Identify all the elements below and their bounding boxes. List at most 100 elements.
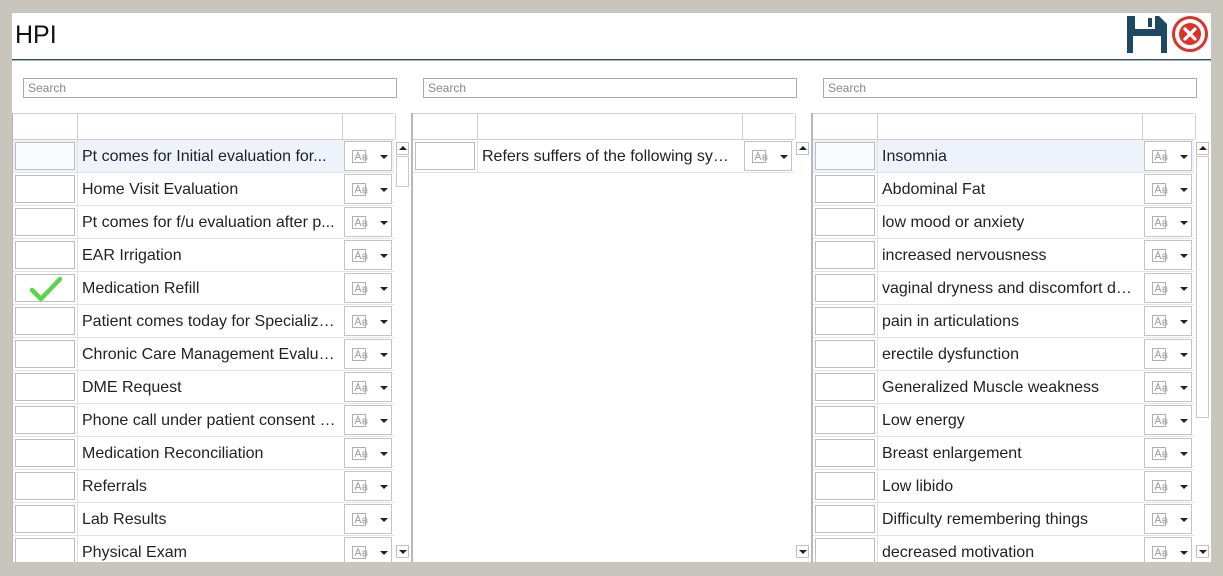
item-checkbox[interactable]	[415, 142, 475, 170]
item-checkbox[interactable]	[815, 373, 875, 401]
list-item[interactable]: Phone call under patient consent a...	[13, 404, 394, 437]
format-dropdown[interactable]	[344, 339, 392, 369]
item-checkbox[interactable]	[815, 274, 875, 302]
list-item[interactable]: Low energy	[813, 404, 1194, 437]
format-dropdown[interactable]	[1144, 405, 1192, 435]
format-dropdown[interactable]	[344, 372, 392, 402]
format-dropdown[interactable]	[1144, 438, 1192, 468]
format-dropdown[interactable]	[1144, 471, 1192, 501]
item-checkbox[interactable]	[815, 208, 875, 236]
search-input-right[interactable]	[823, 78, 1197, 98]
scroll-thumb[interactable]	[1196, 156, 1209, 418]
list-item[interactable]: Medication Refill	[13, 272, 394, 305]
item-checkbox[interactable]	[15, 505, 75, 533]
format-dropdown[interactable]	[344, 405, 392, 435]
format-dropdown[interactable]	[1144, 504, 1192, 534]
list-item[interactable]: Abdominal Fat	[813, 173, 1194, 206]
search-input-middle[interactable]	[423, 78, 797, 98]
item-checkbox[interactable]	[815, 406, 875, 434]
format-dropdown[interactable]	[1144, 339, 1192, 369]
item-checkbox[interactable]	[15, 472, 75, 500]
scroll-up-button[interactable]	[1196, 142, 1209, 155]
scroll-down-button[interactable]	[396, 545, 409, 558]
format-dropdown[interactable]	[1144, 174, 1192, 204]
item-checkbox[interactable]	[15, 208, 75, 236]
item-checkbox[interactable]	[15, 175, 75, 203]
format-dropdown[interactable]	[744, 141, 792, 171]
list-item[interactable]: Pt comes for f/u evaluation after p...	[13, 206, 394, 239]
list-item[interactable]: Insomnia	[813, 140, 1194, 173]
format-dropdown[interactable]	[1144, 273, 1192, 303]
format-dropdown[interactable]	[344, 438, 392, 468]
item-checkbox[interactable]	[815, 505, 875, 533]
item-checkbox[interactable]	[815, 472, 875, 500]
item-checkbox[interactable]	[815, 538, 875, 562]
format-dropdown[interactable]	[1144, 372, 1192, 402]
list-item[interactable]: Pt comes for Initial evaluation for...	[13, 140, 394, 173]
vertical-scrollbar[interactable]	[794, 113, 811, 562]
item-checkbox[interactable]	[15, 538, 75, 562]
save-button[interactable]	[1126, 14, 1168, 54]
item-checkbox[interactable]	[815, 439, 875, 467]
list-item[interactable]: low mood or anxiety	[813, 206, 1194, 239]
list-item[interactable]: increased nervousness	[813, 239, 1194, 272]
format-dropdown[interactable]	[344, 273, 392, 303]
format-dropdown[interactable]	[1144, 306, 1192, 336]
scroll-up-button[interactable]	[796, 142, 809, 155]
list-item[interactable]: Physical Exam	[13, 536, 394, 562]
scroll-down-button[interactable]	[1196, 545, 1209, 558]
format-dropdown[interactable]	[344, 471, 392, 501]
list-item[interactable]: Medication Reconciliation	[13, 437, 394, 470]
hpi-list-right: Insomnia Abdominal Fat low mood or anxiety…	[812, 113, 1211, 562]
item-checkbox[interactable]	[815, 142, 875, 170]
list-item[interactable]: Generalized Muscle weakness	[813, 371, 1194, 404]
item-checkbox[interactable]	[815, 307, 875, 335]
list-item[interactable]: Lab Results	[13, 503, 394, 536]
list-item[interactable]: Home Visit Evaluation	[13, 173, 394, 206]
item-checkbox[interactable]	[15, 373, 75, 401]
list-item[interactable]: Difficulty remembering things	[813, 503, 1194, 536]
vertical-scrollbar[interactable]	[1194, 113, 1211, 562]
item-checkbox[interactable]	[15, 439, 75, 467]
list-item[interactable]: Breast enlargement	[813, 437, 1194, 470]
search-input-left[interactable]	[23, 78, 397, 98]
item-checkbox[interactable]	[15, 274, 75, 302]
list-item[interactable]: erectile dysfunction	[813, 338, 1194, 371]
format-dropdown[interactable]	[344, 174, 392, 204]
format-dropdown[interactable]	[1144, 207, 1192, 237]
item-checkbox[interactable]	[15, 241, 75, 269]
list-item[interactable]: Refers suffers of the following sym...	[413, 140, 794, 173]
item-checkbox[interactable]	[15, 340, 75, 368]
format-dropdown[interactable]	[344, 504, 392, 534]
format-dropdown[interactable]	[344, 240, 392, 270]
item-checkbox[interactable]	[815, 340, 875, 368]
list-item[interactable]: EAR Irrigation	[13, 239, 394, 272]
list-item[interactable]: decreased motivation	[813, 536, 1194, 562]
item-checkbox[interactable]	[15, 406, 75, 434]
format-dropdown[interactable]	[344, 306, 392, 336]
list-item[interactable]: Low libido	[813, 470, 1194, 503]
list-item[interactable]: DME Request	[13, 371, 394, 404]
vertical-scrollbar[interactable]	[394, 113, 411, 562]
format-dropdown[interactable]	[1144, 537, 1192, 562]
format-dropdown[interactable]	[1144, 141, 1192, 171]
list-item[interactable]: pain in articulations	[813, 305, 1194, 338]
scroll-down-button[interactable]	[796, 545, 809, 558]
format-dropdown[interactable]	[344, 537, 392, 562]
column-divider	[877, 404, 878, 437]
list-item[interactable]: Patient comes today for Specialize...	[13, 305, 394, 338]
list-item[interactable]: Referrals	[13, 470, 394, 503]
format-dropdown[interactable]	[1144, 240, 1192, 270]
item-checkbox[interactable]	[815, 241, 875, 269]
item-checkbox[interactable]	[15, 142, 75, 170]
format-dropdown[interactable]	[344, 207, 392, 237]
item-checkbox[interactable]	[15, 307, 75, 335]
text-format-icon	[352, 216, 368, 229]
list-item[interactable]: vaginal dryness and discomfort du...	[813, 272, 1194, 305]
format-dropdown[interactable]	[344, 141, 392, 171]
list-item[interactable]: Chronic Care Management Evaluat...	[13, 338, 394, 371]
close-button[interactable]	[1171, 15, 1209, 53]
scroll-up-button[interactable]	[396, 142, 409, 155]
item-checkbox[interactable]	[815, 175, 875, 203]
scroll-thumb[interactable]	[396, 156, 409, 187]
